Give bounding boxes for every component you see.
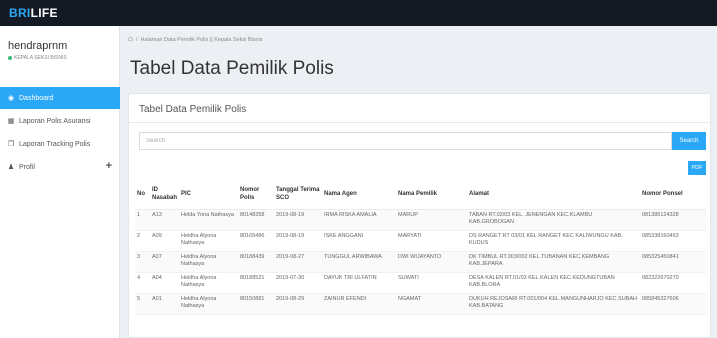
table-cell: A07 (150, 251, 179, 273)
breadcrumb-text: Halaman Data Pemilik Polis || Kepala Sek… (140, 37, 263, 43)
user-name: hendraprnm (8, 40, 68, 52)
table-cell: MARYATI (396, 230, 467, 252)
user-role-text: KEPALA SEKSI BISNIS (14, 55, 67, 61)
home-icon[interactable]: ☖ (128, 37, 133, 43)
table-cell: 085325450841 (640, 251, 706, 273)
table-row: 4 A04 Heldha Alyona Nathasya 80188521 20… (135, 272, 706, 294)
table-cell: A09 (150, 230, 179, 252)
table-cell: 085845327606 (640, 293, 706, 315)
panel-title: Tabel Data Pemilik Polis (139, 104, 247, 115)
column-header[interactable]: Nama Agen (322, 181, 396, 210)
column-header[interactable]: Tanggal Terima SCO (274, 181, 322, 210)
table-cell: Heldha Alyona Nathasya (179, 251, 238, 273)
copy-icon: ❐ (7, 141, 15, 148)
table-cell: TUNGGUL ARWIBAWA (322, 251, 396, 273)
sidebar-item-dashboard[interactable]: ◉ Dashboard (0, 87, 120, 109)
table-cell: 1 (135, 209, 150, 231)
table-cell: 085338160463 (640, 230, 706, 252)
dashboard-icon: ◉ (7, 95, 15, 102)
table-row: 3 A07 Heldha Alyona Nathasya 80188439 20… (135, 251, 706, 273)
brand-suffix: LIFE (30, 6, 58, 20)
table-cell: ISKE ANGGANI (322, 230, 396, 252)
column-header[interactable]: No (135, 181, 150, 210)
table-cell: 5 (135, 293, 150, 315)
table-cell: 2019-07-30 (274, 272, 322, 294)
table-row: 5 A01 Heldha Alyona Nathasya 80150881 20… (135, 293, 706, 315)
column-header[interactable]: Nomor Polis (238, 181, 274, 210)
table-cell: 4 (135, 272, 150, 294)
table-cell: DK TIMBUL RT.003/002 KEL.TUBANAN KEC.KEM… (467, 251, 640, 273)
table-row: 1 A13 Helda Yona Nathasya 80148358 2019-… (135, 209, 706, 231)
user-role: KEPALA SEKSI BISNIS (8, 55, 114, 61)
breadcrumb-separator: / (135, 37, 138, 43)
table-cell: 2019-08-19 (274, 209, 322, 231)
calendar-icon: ▦ (7, 118, 15, 125)
policy-holder-table: No ID Nasabah PIC Nomor Polis Tanggal Te… (135, 181, 706, 315)
table-cell: A01 (150, 293, 179, 315)
column-header[interactable]: Nomor Ponsel (640, 181, 706, 210)
table-cell: 80150881 (238, 293, 274, 315)
table-cell: Heldha Alyona Nathasya (179, 272, 238, 294)
page-title: Tabel Data Pemilik Polis (130, 58, 334, 79)
table-cell: DWI WIJAYANTO (396, 251, 467, 273)
table-cell: 2 (135, 230, 150, 252)
table-cell: 082322670270 (640, 272, 706, 294)
pdf-export-button[interactable]: PDF (688, 161, 706, 175)
table-cell: 3 (135, 251, 150, 273)
user-icon: ♟ (7, 164, 15, 171)
table-cell: 2019-08-29 (274, 293, 322, 315)
table-cell: 80188521 (238, 272, 274, 294)
table-cell: 80148358 (238, 209, 274, 231)
column-header[interactable]: ID Nasabah (150, 181, 179, 210)
table-cell: IRMA RISKA AMALIA (322, 209, 396, 231)
table-cell: Heldha Alyona Nathasya (179, 293, 238, 315)
table-cell: DUKUH REJOSARI RT.001/004 KEL.MANGUNHARJ… (467, 293, 640, 315)
table-cell: MARUP (396, 209, 467, 231)
brand-prefix: BRI (9, 6, 31, 20)
sidebar-item-label: Dashboard (19, 94, 54, 102)
table-cell: SUWATI (396, 272, 467, 294)
panel-divider (129, 122, 710, 123)
sidebar: hendraprnm KEPALA SEKSI BISNIS ◉ Dashboa… (0, 26, 120, 338)
table-cell: DAYUK TRI ULFATIN (322, 272, 396, 294)
table-cell: DS RANGET RT 03/01 KEL RANGET KEC KALIWU… (467, 230, 640, 252)
table-cell: 2019-08-27 (274, 251, 322, 273)
top-bar: BRILIFE (0, 0, 717, 26)
table-row: 2 A09 Heldha Alyona Nathasya 80165486 20… (135, 230, 706, 252)
sidebar-item-label: Profil (19, 163, 35, 171)
table-cell: 2019-08-19 (274, 230, 322, 252)
table-cell: 081385124328 (640, 209, 706, 231)
column-header[interactable]: PIC (179, 181, 238, 210)
search-input[interactable] (139, 132, 672, 150)
expand-plus-icon[interactable]: + (106, 160, 112, 172)
table-cell: Helda Yona Nathasya (179, 209, 238, 231)
table-header-row: No ID Nasabah PIC Nomor Polis Tanggal Te… (135, 181, 706, 210)
brand-logo[interactable]: BRILIFE (9, 6, 58, 20)
sidebar-item-laporan-tracking-polis[interactable]: ❐ Laporan Tracking Polis (0, 133, 120, 155)
table-cell: NGAMAT (396, 293, 467, 315)
data-panel: Tabel Data Pemilik Polis Search PDF No I… (128, 93, 711, 338)
sidebar-item-laporan-polis-asuransi[interactable]: ▦ Laporan Polis Asuransi (0, 110, 120, 132)
sidebar-menu: ◉ Dashboard ▦ Laporan Polis Asuransi ❐ L… (0, 87, 120, 179)
sidebar-item-profil[interactable]: ♟ Profil + (0, 156, 120, 178)
table-cell: A04 (150, 272, 179, 294)
sidebar-item-label: Laporan Tracking Polis (19, 140, 91, 148)
search-button[interactable]: Search (672, 132, 706, 150)
column-header[interactable]: Nama Pemilik (396, 181, 467, 210)
online-status-icon (8, 56, 12, 60)
table-cell: ZAINUR EFENDI (322, 293, 396, 315)
table-cell: TABAN RT.02/03 KEL. JENENGAN KEC.KLAMBU … (467, 209, 640, 231)
table-cell: 80188439 (238, 251, 274, 273)
table-cell: DESA KALEN RT.01/03 KEL.KALEN KEC.KEDUNG… (467, 272, 640, 294)
table-cell: Heldha Alyona Nathasya (179, 230, 238, 252)
sidebar-item-label: Laporan Polis Asuransi (19, 117, 91, 125)
table-cell: A13 (150, 209, 179, 231)
table-cell: 80165486 (238, 230, 274, 252)
user-profile: hendraprnm KEPALA SEKSI BISNIS (8, 40, 114, 61)
column-header[interactable]: Alamat (467, 181, 640, 210)
breadcrumb: ☖ / Halaman Data Pemilik Polis || Kepala S… (128, 37, 263, 43)
